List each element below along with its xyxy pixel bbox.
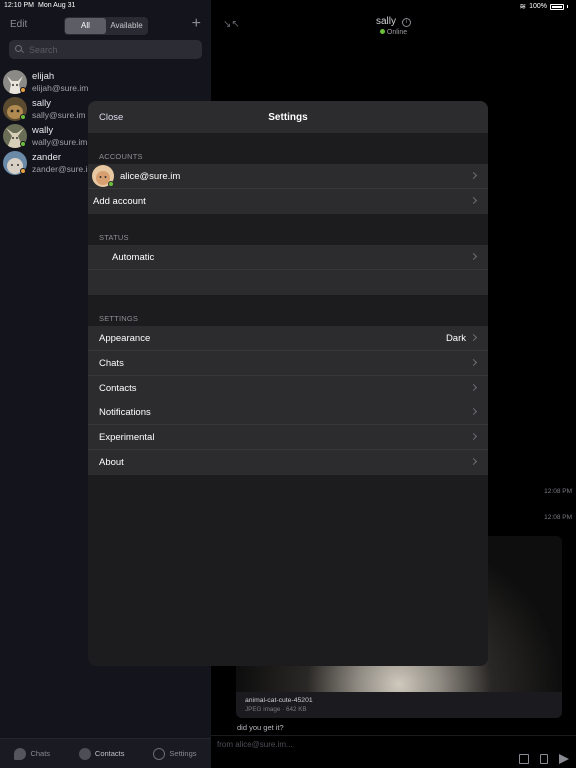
chevron-right-icon — [469, 171, 478, 180]
presence-dot — [20, 168, 26, 174]
presence-dot — [20, 114, 26, 120]
settings-item-chats[interactable]: Chats — [88, 351, 488, 376]
settings-modal: Close Settings ACCOUNTS alice@sure.im Ad… — [88, 101, 488, 666]
search-icon — [15, 45, 24, 54]
settings-item-label: Experimental — [99, 432, 155, 443]
peer-name: sally — [375, 16, 396, 27]
status-section-header: STATUS — [99, 233, 129, 242]
modal-title: Settings — [268, 112, 308, 123]
tab-chats[interactable]: Chats — [14, 747, 51, 760]
battery-percent: 100% — [529, 3, 547, 10]
settings-item-appearance[interactable]: Appearance Dark — [88, 326, 488, 351]
chat-bubble-icon — [14, 747, 27, 760]
status-value: Automatic — [112, 252, 155, 263]
edit-button[interactable]: Edit — [10, 19, 27, 30]
status-blank-row — [88, 270, 488, 295]
status-row[interactable]: Automatic — [88, 245, 488, 270]
presence-dot — [20, 141, 26, 147]
tab-settings[interactable]: Settings — [153, 747, 197, 760]
battery-icon — [550, 3, 564, 10]
attachment-meta: JPEG image · 642 KB — [245, 706, 307, 713]
online-dot — [379, 29, 385, 34]
contact-name: wally — [32, 125, 54, 136]
contact-jid: sally@sure.im — [32, 110, 86, 120]
settings-item-label: Contacts — [99, 383, 137, 394]
attachment-filename: animal-cat-cute-45201 — [245, 697, 313, 704]
settings-item-value: Dark — [445, 333, 466, 344]
settings-item-label: Chats — [99, 358, 124, 369]
gear-icon — [153, 747, 166, 760]
peer-status-row: Online — [211, 29, 576, 36]
image-icon[interactable] — [519, 754, 529, 764]
chevron-right-icon — [469, 333, 478, 342]
chevron-right-icon — [469, 358, 478, 367]
search-input[interactable] — [29, 44, 189, 55]
status-bar: 12:10 PM Mon Aug 31 ≋ 100% — [0, 0, 576, 12]
contact-name: sally — [32, 98, 52, 109]
settings-section-header: SETTINGS — [99, 314, 139, 323]
peer-name-row: sally i — [211, 16, 576, 27]
modal-header: Close Settings — [88, 101, 488, 133]
file-icon[interactable] — [540, 754, 548, 764]
message-input[interactable] — [217, 740, 507, 749]
filter-all-tab[interactable]: All — [65, 18, 106, 34]
filter-available-tab[interactable]: Available — [106, 18, 147, 34]
tab-chats-label: Chats — [30, 749, 51, 758]
contact-jid: elijah@sure.im — [32, 83, 89, 93]
chevron-right-icon — [469, 407, 478, 416]
settings-item-label: Notifications — [99, 407, 151, 418]
message-timestamp: 12:08 PM — [544, 514, 572, 521]
presence-dot — [20, 87, 26, 93]
add-contact-button[interactable]: + — [192, 16, 201, 32]
message-timestamp: 12:08 PM — [544, 488, 572, 495]
chevron-right-icon — [469, 457, 478, 466]
presence-dot — [108, 181, 114, 187]
contact-name: zander — [32, 152, 62, 163]
account-row[interactable]: alice@sure.im — [88, 164, 488, 189]
send-icon[interactable] — [559, 754, 569, 764]
settings-item-label: Appearance — [99, 333, 151, 344]
chevron-right-icon — [469, 196, 478, 205]
chevron-right-icon — [469, 432, 478, 441]
chevron-right-icon — [469, 252, 478, 261]
status-time: 12:10 PM — [4, 2, 34, 9]
contact-jid: wally@sure.im — [32, 137, 88, 147]
settings-item-about[interactable]: About — [88, 450, 488, 475]
settings-item-contacts[interactable]: Contacts — [88, 376, 488, 401]
contact-row[interactable]: elijah elijah@sure.im — [0, 70, 211, 97]
message-text: did you get it? — [237, 723, 284, 732]
chat-header: ↘↖ sally i Online — [211, 12, 576, 38]
filter-segmented-control: All Available — [64, 17, 148, 35]
settings-item-notifications[interactable]: Notifications — [88, 400, 488, 425]
add-account-row[interactable]: Add account — [88, 189, 488, 214]
tab-bar: Chats Contacts Settings — [0, 738, 211, 768]
accounts-section-header: ACCOUNTS — [99, 152, 143, 161]
wifi-icon: ≋ — [519, 2, 527, 11]
settings-item-experimental[interactable]: Experimental — [88, 425, 488, 450]
account-jid: alice@sure.im — [120, 171, 181, 182]
chevron-right-icon — [469, 383, 478, 392]
tab-contacts[interactable]: Contacts — [78, 747, 125, 760]
contact-name: elijah — [32, 71, 55, 82]
peer-status: Online — [386, 29, 408, 36]
message-composer — [211, 735, 576, 768]
add-account-label: Add account — [93, 196, 146, 207]
settings-item-label: About — [99, 457, 124, 468]
tab-settings-label: Settings — [169, 749, 197, 758]
status-date: Mon Aug 31 — [38, 2, 76, 9]
person-icon — [78, 747, 91, 760]
battery-cap — [567, 5, 568, 8]
sidebar-header: Edit All Available + — [0, 15, 211, 37]
tab-contacts-label: Contacts — [94, 749, 125, 758]
status-right: ≋ 100% — [519, 2, 568, 11]
search-bar[interactable] — [9, 40, 202, 59]
contact-jid: zander@sure.im — [32, 164, 95, 174]
info-icon[interactable]: i — [402, 18, 411, 27]
